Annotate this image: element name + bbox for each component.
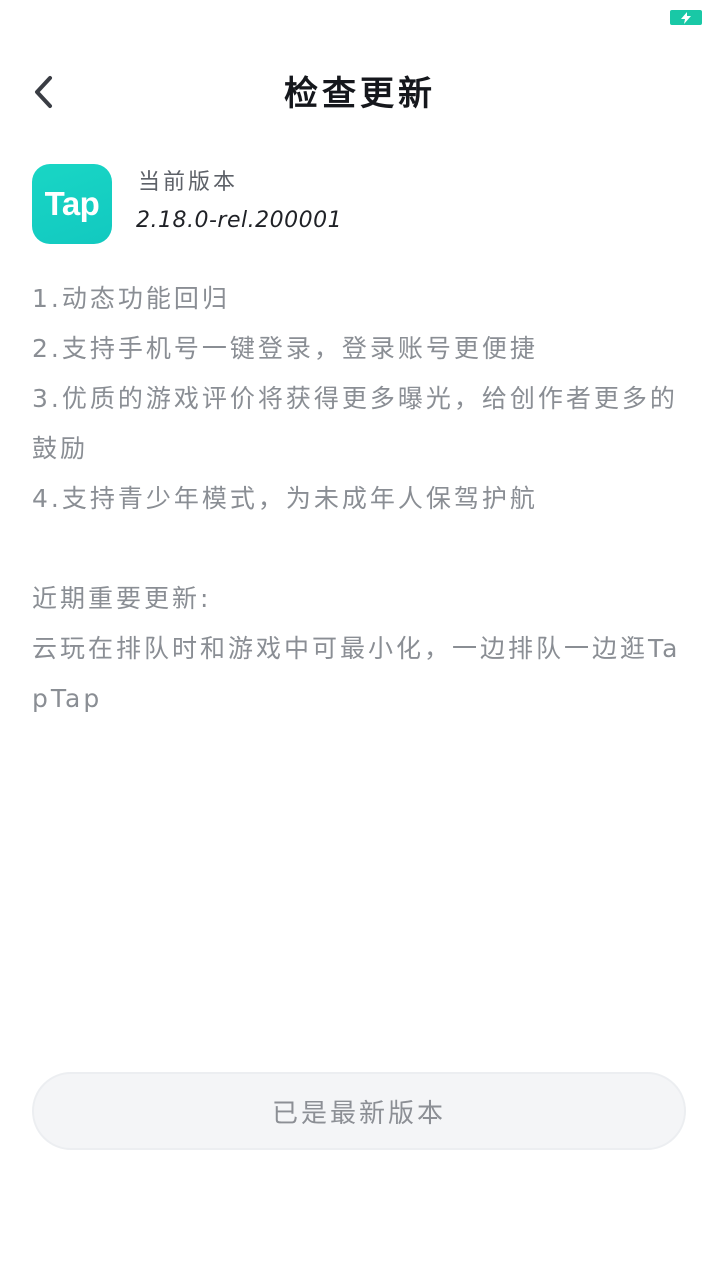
release-notes: 1.动态功能回归 2.支持手机号一键登录，登录账号更便捷 3.优质的游戏评价将获…	[32, 274, 688, 724]
header: 检查更新	[0, 56, 720, 126]
status-bar	[0, 0, 720, 36]
note-item: 1.动态功能回归	[32, 284, 230, 313]
note-item: 3.优质的游戏评价将获得更多曝光，给创作者更多的鼓励	[32, 384, 678, 463]
app-logo-text: Tap	[44, 185, 100, 222]
recent-updates-text: 云玩在排队时和游戏中可最小化，一边排队一边逛TapTap	[32, 634, 681, 713]
version-label: 当前版本	[138, 170, 239, 195]
page-title: 检查更新	[284, 74, 436, 114]
recent-updates-heading: 近期重要更新:	[32, 584, 212, 613]
version-value: 2.18.0-rel.200001	[136, 208, 343, 233]
notes-spacer	[32, 524, 688, 574]
note-item: 4.支持青少年模式，为未成年人保驾护航	[32, 484, 538, 513]
battery-charging-icon	[670, 10, 702, 25]
app-logo: Tap	[32, 164, 112, 244]
up-to-date-button[interactable]: 已是最新版本	[32, 1072, 686, 1150]
note-item: 2.支持手机号一键登录，登录账号更便捷	[32, 334, 538, 363]
app-info: Tap 当前版本 2.18.0-rel.200001	[32, 164, 688, 244]
